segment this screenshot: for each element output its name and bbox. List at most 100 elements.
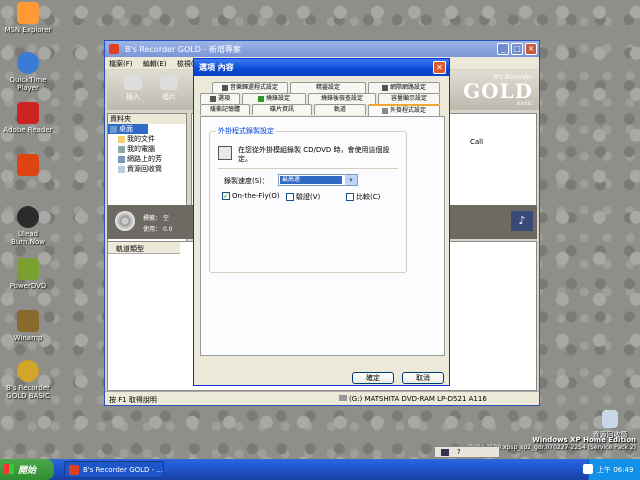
cd-icon [115, 211, 135, 231]
disc-usage-value: 0.0 [162, 226, 173, 233]
desktop-icon-shortcut[interactable] [0, 154, 56, 178]
speed-selected-value: 最高速 [280, 176, 342, 184]
minimize-button[interactable]: _ [497, 43, 509, 55]
internet-tab-icon [381, 84, 388, 91]
burn-now-icon [17, 206, 39, 228]
language-bar[interactable]: ? [434, 446, 500, 458]
language-icon [441, 449, 449, 456]
adobe-reader-icon [17, 102, 39, 124]
tree-item-my-documents[interactable]: 我的文件 [108, 134, 186, 144]
recording-speed-select[interactable]: 最高速 ▾ [278, 174, 358, 186]
app-shortcut-icon [17, 154, 39, 176]
tab-buffer-memory[interactable]: 緩衝記憶體 [200, 104, 250, 115]
group-title: 外掛程式錄製設定 [216, 126, 276, 136]
tree-item-my-computer[interactable]: 我的電腦 [108, 144, 186, 154]
taskbar-button-bs-recorder[interactable]: B's Recorder GOLD - ... [64, 461, 164, 478]
plugin-recording-group: 外掛程式錄製設定 在您從外掛模組錄製 CD/DVD 時，會使用這個設定。 錄製速… [209, 126, 407, 273]
desktop-folder-icon [110, 125, 117, 133]
plugin-icon [218, 146, 232, 160]
menu-edit[interactable]: 編輯(E) [143, 60, 167, 68]
system-tray: 上午 06:49 [583, 459, 640, 480]
windows-logo-icon [4, 464, 14, 474]
checkbox-empty-icon [346, 193, 354, 201]
desktop-icon-msn[interactable]: MSN Explorer [0, 2, 56, 34]
desktop-icon-bs-recorder[interactable]: B's Recorder GOLD BASIC [0, 360, 56, 400]
drive-icon [339, 395, 347, 401]
logo-word: GOLD [463, 79, 533, 103]
burn-tab-icon [257, 95, 264, 102]
tab-burn[interactable]: 燒錄設定 [242, 93, 306, 104]
dialog-close-button[interactable]: ✕ [433, 61, 446, 74]
maximize-button[interactable]: □ [511, 43, 523, 55]
folder-tree-header: 資料夾 [108, 114, 186, 124]
taskbar: 開始 B's Recorder GOLD - ... 上午 06:49 [0, 459, 640, 480]
tab-capacity-display[interactable]: 容量顯示設定 [378, 93, 440, 104]
cancel-button[interactable]: 取消 [402, 372, 444, 384]
recycle-bin-icon [602, 410, 618, 428]
desktop-icon-winamp[interactable]: Winamp [0, 310, 56, 342]
chevron-down-icon[interactable]: ▾ [345, 175, 357, 185]
status-bar: 按 F1 取得說明 (G:) MATSHITA DVD-RAM LP-D521 … [105, 391, 539, 405]
disc-icon [160, 76, 178, 90]
checkbox-checked-icon: ✓ [222, 192, 230, 200]
tab-plugin-settings[interactable]: 外掛程式設定 [368, 104, 440, 116]
tree-item-network[interactable]: 網路上的芳 [108, 154, 186, 164]
tab-internet[interactable]: 網際網路設定 [368, 82, 440, 93]
plugin-settings-page: 外掛程式錄製設定 在您從外掛模組錄製 CD/DVD 時，會使用這個設定。 錄製速… [200, 116, 445, 356]
disc-label-caption: 標籤： 空 [143, 215, 169, 222]
main-close-button[interactable]: × [525, 43, 537, 55]
gold-logo: B's Recorder GOLD BASIC [453, 74, 533, 107]
bs-recorder-icon [17, 360, 39, 382]
dialog-title: 選項 內容 [199, 63, 234, 72]
tab-wizard[interactable]: 精靈設定 [290, 82, 366, 93]
quicktime-icon [17, 52, 39, 74]
disc-label-value: 空 [162, 215, 169, 222]
tab-post-burn-check[interactable]: 燒錄後檢查設定 [308, 93, 376, 104]
start-button[interactable]: 開始 [0, 459, 54, 480]
desktop-icon-adobe[interactable]: Adobe Reader [0, 102, 56, 134]
ok-button[interactable]: 確定 [352, 372, 394, 384]
dialog-titlebar[interactable]: 選項 內容 ✕ [194, 59, 449, 76]
desktop-icon-quicktime[interactable]: QuickTime Player [0, 52, 56, 92]
tree-item-desktop[interactable]: 桌面 [108, 124, 148, 134]
checkbox-empty-icon [286, 193, 294, 201]
speed-label: 錄製速度(S)： [224, 177, 269, 185]
main-window-titlebar[interactable]: B's Recorder GOLD - 新增專案 _ □ × [105, 41, 539, 57]
file-item-call[interactable]: Call [470, 138, 483, 146]
menu-file[interactable]: 檔案(F) [109, 60, 133, 68]
msn-icon [17, 2, 39, 24]
music-note-icon[interactable]: ♪ [511, 211, 533, 231]
recycle-bin-small-icon [118, 165, 125, 173]
verify-checkbox[interactable]: 驗證(V) [286, 192, 320, 202]
bs-recorder-task-icon [69, 465, 79, 475]
tab-options[interactable]: 選項 [200, 93, 240, 104]
desktop-icon-burn-now[interactable]: Ulead Burn.Now [0, 206, 56, 246]
app-icon [109, 44, 119, 54]
help-icon: ? [457, 448, 461, 456]
tree-item-recycle-bin[interactable]: 資源回收筒 [108, 164, 186, 174]
clock[interactable]: 上午 06:49 [597, 466, 633, 474]
options-tab-icon [209, 95, 216, 102]
desktop-icon-powerdvd[interactable]: PowerDVD [0, 258, 56, 290]
powerdvd-icon [17, 258, 39, 280]
music-tab-icon [221, 84, 228, 91]
disc-button[interactable]: 唱片 [153, 74, 185, 104]
os-edition: Windows XP Home Edition [532, 436, 636, 444]
group-separator [218, 168, 398, 169]
track-type-column-header[interactable]: 軌道類型 [108, 242, 180, 254]
on-the-fly-checkbox[interactable]: ✓ On-the-Fly(O) [222, 192, 280, 200]
insert-button[interactable]: 插入 [117, 74, 149, 104]
computer-icon [118, 145, 125, 153]
tab-disc-info[interactable]: 碟片資訊 [252, 104, 312, 115]
compare-checkbox[interactable]: 比較(C) [346, 192, 380, 202]
status-help-text: 按 F1 取得說明 [109, 396, 157, 404]
main-window-title: B's Recorder GOLD - 新增專案 [125, 45, 241, 54]
options-dialog: 選項 內容 ✕ 音樂歸還程式設定 精靈設定 網際網路設定 選項 燒錄設定 燒錄後… [193, 58, 450, 386]
tab-track[interactable]: 軌道 [314, 104, 366, 115]
disc-usage-caption: 使用： 0.0 [143, 226, 173, 233]
status-drive-text: (G:) MATSHITA DVD-RAM LP-D521 A116 [339, 395, 487, 403]
plugin-tab-icon [381, 107, 388, 114]
tray-icon[interactable] [583, 464, 593, 474]
plugin-description: 在您從外掛模組錄製 CD/DVD 時，會使用這個設定。 [238, 146, 390, 163]
tab-music-return[interactable]: 音樂歸還程式設定 [212, 82, 288, 93]
